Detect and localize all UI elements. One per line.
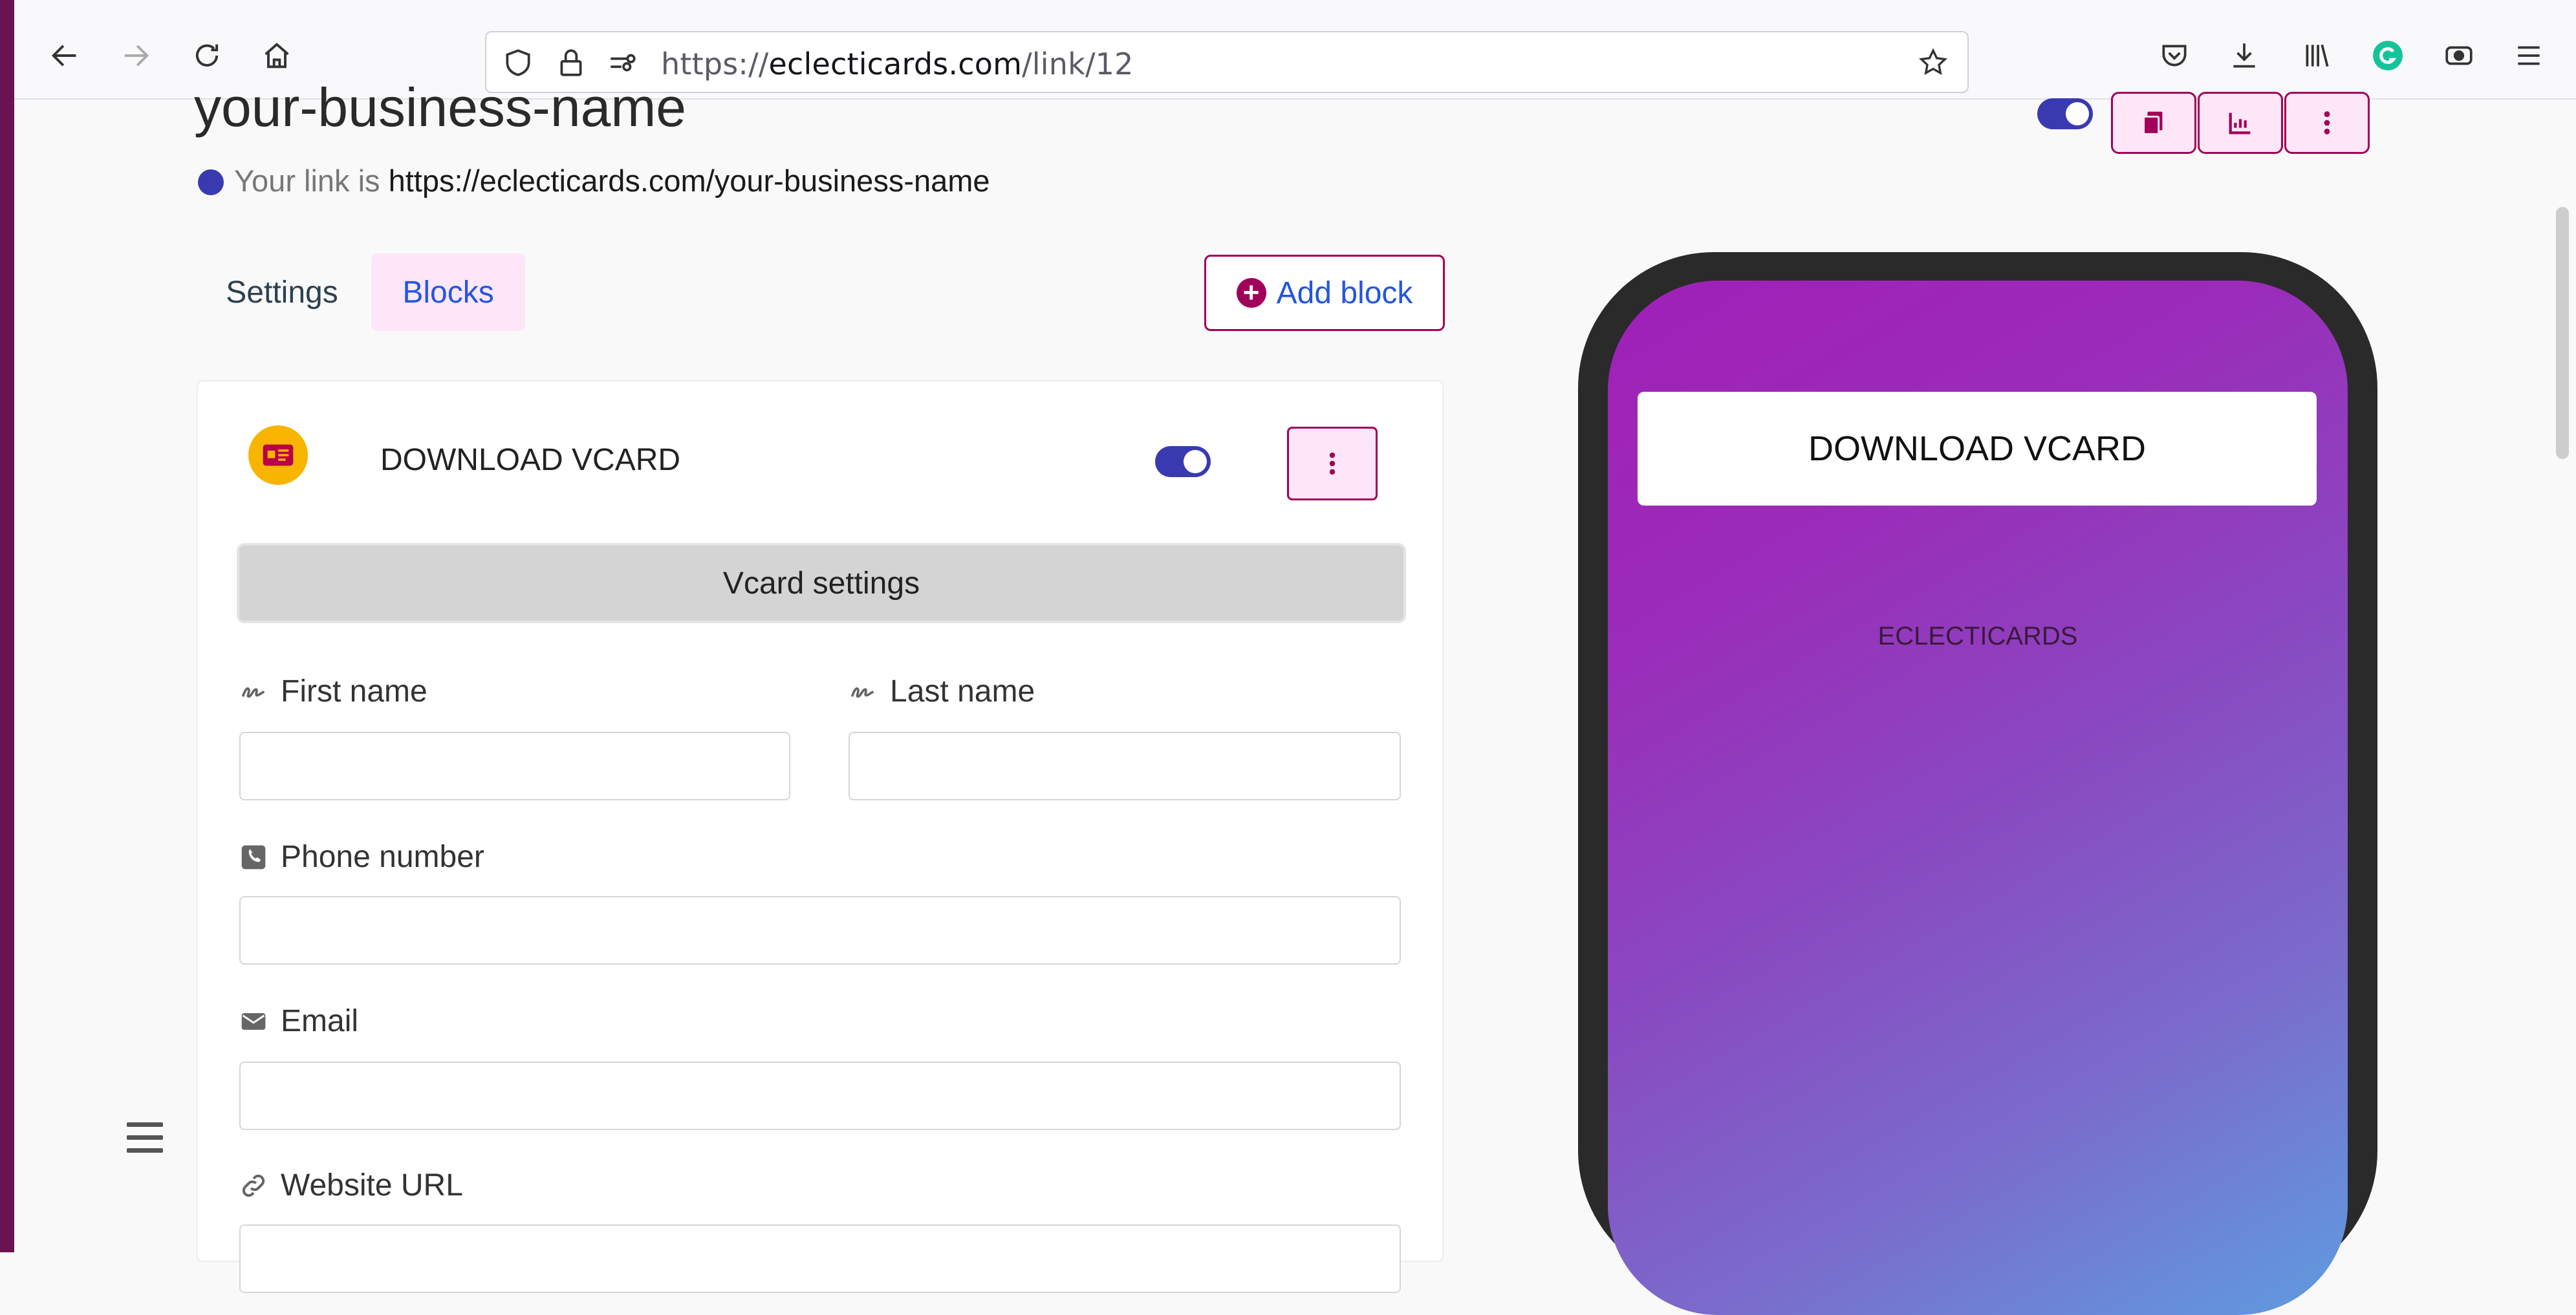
url-path: /link/12	[1022, 47, 1134, 81]
address-bar[interactable]: https://eclecticards.com/link/12	[485, 31, 1969, 93]
block-options-button[interactable]	[1287, 427, 1378, 500]
grammarly-icon[interactable]	[2370, 37, 2406, 74]
extension-icon[interactable]	[2441, 37, 2477, 74]
block-title: DOWNLOAD VCARD	[380, 443, 681, 477]
status-dot	[198, 169, 224, 195]
vcard-settings-header[interactable]: Vcard settings	[237, 543, 1406, 623]
last-name-label-text: Last name	[890, 674, 1035, 709]
website-label-text: Website URL	[281, 1168, 463, 1203]
tab-settings[interactable]: Settings	[204, 253, 360, 331]
page-title: your-business-name	[194, 77, 687, 138]
block-enabled-toggle[interactable]	[1155, 446, 1211, 477]
kebab-icon	[2324, 111, 2330, 134]
vcard-icon	[248, 425, 308, 485]
copy-button[interactable]	[2111, 92, 2196, 154]
link-url[interactable]: https://eclecticards.com/your-business-n…	[389, 164, 990, 198]
pocket-icon[interactable]	[2156, 37, 2192, 74]
signature-icon	[241, 687, 265, 698]
chart-icon	[2229, 112, 2251, 134]
plus-circle-icon: +	[1236, 278, 1266, 308]
email-label-text: Email	[281, 1004, 359, 1038]
last-name-input[interactable]	[849, 732, 1401, 800]
website-label: Website URL	[239, 1168, 463, 1203]
preview-download-vcard-button[interactable]: DOWNLOAD VCARD	[1638, 392, 2317, 506]
website-input[interactable]	[239, 1224, 1401, 1293]
signature-icon	[850, 687, 874, 698]
forward-icon[interactable]	[116, 36, 155, 75]
back-icon[interactable]	[45, 36, 84, 75]
preview-brand: ECLECTICARDS	[1878, 622, 2078, 650]
sidebar-edge	[0, 0, 14, 1252]
menu-icon[interactable]	[2511, 37, 2547, 74]
link-prefix: Your link is	[234, 164, 380, 198]
shield-icon[interactable]	[501, 45, 536, 80]
kebab-icon	[1329, 452, 1336, 475]
home-icon[interactable]	[257, 36, 296, 75]
phone-label: Phone number	[239, 839, 484, 875]
link-enabled-toggle[interactable]	[2037, 98, 2093, 129]
first-name-label-text: First name	[281, 674, 428, 709]
bookmark-star-icon[interactable]	[1916, 45, 1951, 80]
add-block-button[interactable]: + Add block	[1204, 255, 1445, 331]
email-input[interactable]	[239, 1062, 1401, 1130]
phone-square-icon	[241, 845, 266, 869]
reload-icon[interactable]	[188, 36, 226, 75]
email-label: Email	[239, 1003, 358, 1039]
url-host: eclecticards.com	[768, 47, 1023, 81]
lock-icon[interactable]	[554, 45, 589, 80]
url-text[interactable]: https://eclecticards.com/link/12	[661, 47, 1134, 81]
more-options-button[interactable]	[2284, 92, 2370, 154]
add-block-label: Add block	[1276, 275, 1413, 310]
first-name-input[interactable]	[239, 732, 790, 800]
link-icon	[242, 1174, 265, 1197]
phone-input[interactable]	[239, 896, 1401, 965]
first-name-label: First name	[239, 674, 428, 709]
page-scrollbar[interactable]	[2556, 207, 2569, 459]
last-name-label: Last name	[849, 674, 1035, 709]
download-icon[interactable]	[2226, 37, 2262, 74]
statistics-button[interactable]	[2198, 92, 2283, 154]
hamburger-menu-icon[interactable]	[127, 1122, 163, 1155]
link-info: Your link is https://eclecticards.com/yo…	[198, 163, 990, 198]
envelope-icon	[241, 1012, 266, 1030]
permissions-icon[interactable]	[605, 45, 640, 80]
copy-icon	[2143, 111, 2163, 135]
library-icon[interactable]	[2299, 37, 2335, 74]
tab-blocks[interactable]: Blocks	[371, 253, 525, 331]
phone-label-text: Phone number	[281, 840, 484, 874]
